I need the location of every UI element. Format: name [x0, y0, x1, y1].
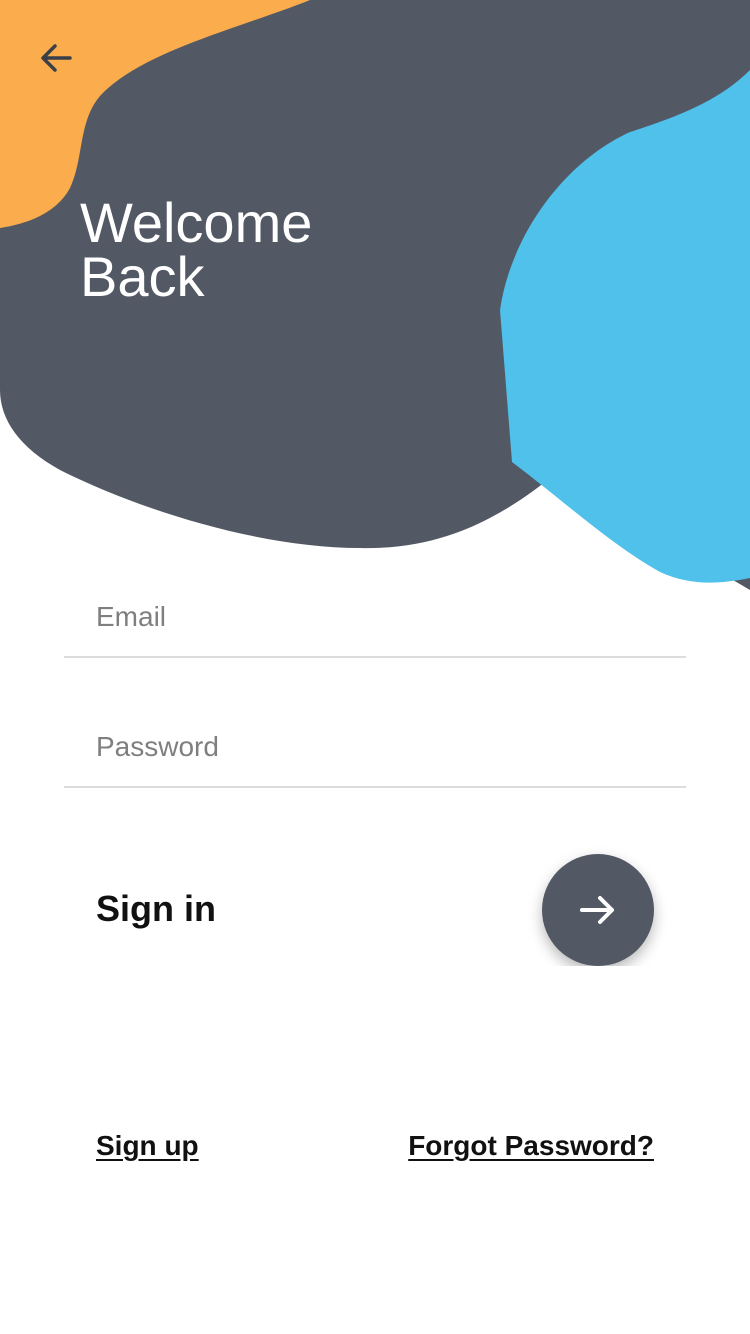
password-input[interactable] — [96, 708, 656, 786]
email-field — [64, 578, 686, 658]
password-field — [64, 708, 686, 788]
arrow-left-icon — [41, 44, 72, 72]
login-screen: Welcome Back Sign in Sign up Forgot Pass… — [0, 0, 750, 1334]
forgot-password-link[interactable]: Forgot Password? — [408, 1130, 654, 1162]
page-title: Welcome Back — [80, 191, 313, 308]
sign-up-link[interactable]: Sign up — [96, 1130, 199, 1162]
email-input[interactable] — [96, 578, 656, 656]
sign-in-label: Sign in — [96, 888, 216, 929]
arrow-right-icon — [580, 896, 614, 924]
sign-in-button[interactable] — [542, 854, 654, 966]
back-button[interactable] — [28, 30, 84, 86]
fab-shadow-clip — [520, 966, 680, 996]
